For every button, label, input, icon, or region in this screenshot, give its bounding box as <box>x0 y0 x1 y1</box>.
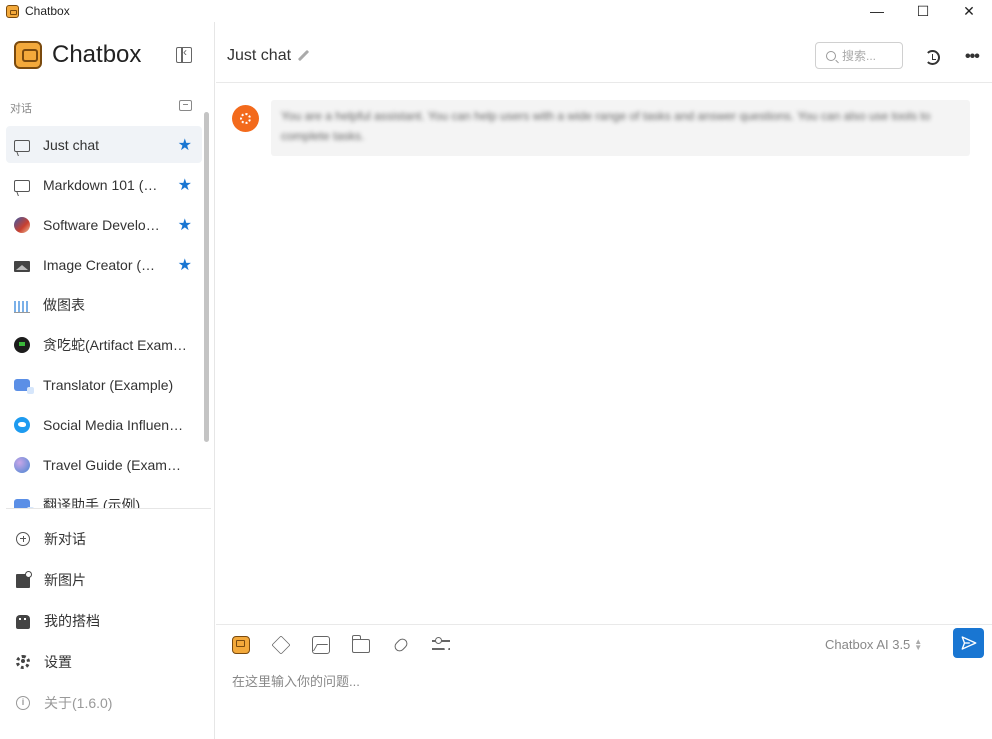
folder-icon[interactable] <box>351 635 370 653</box>
search-button[interactable]: 搜索... <box>815 42 903 69</box>
session-label: 做图表 <box>43 296 85 313</box>
chart-icon <box>14 300 30 313</box>
star-icon[interactable]: ★ <box>178 135 192 155</box>
archive-icon[interactable] <box>179 100 192 111</box>
chevron-updown-icon: ▲ ▼ <box>914 636 923 652</box>
pencil-edit-icon[interactable] <box>297 50 309 62</box>
add-image-icon <box>16 570 32 588</box>
chatbox-model-icon[interactable] <box>232 636 250 654</box>
settings-label: 设置 <box>44 653 72 670</box>
session-list: Just chat ★ Markdown 101 (Example) ★ Sof… <box>6 126 202 509</box>
session-label: Software Developer (Example) <box>43 216 163 233</box>
sessions-section-label: 对话 <box>10 103 32 115</box>
sidebar-bottom-nav: 新对话 新图片 我的搭档 设置 i 关于(1.6.0) <box>6 518 206 723</box>
session-item-travel-guide[interactable]: Travel Guide (Example) <box>6 446 202 483</box>
window-controls: — ☐ ✕ <box>854 0 992 22</box>
collapse-sidebar-icon[interactable] <box>176 45 192 63</box>
send-icon <box>961 636 976 650</box>
session-list-scrollbar[interactable] <box>204 112 209 442</box>
plus-circle-icon <box>16 531 30 546</box>
search-placeholder: 搜索... <box>842 49 877 63</box>
composer-divider <box>216 624 992 625</box>
window-title: Chatbox <box>25 4 70 18</box>
translate-icon <box>14 379 34 394</box>
session-label: Translator (Example) <box>43 376 174 393</box>
send-button[interactable] <box>953 628 984 658</box>
twitter-icon <box>14 416 30 433</box>
link-icon[interactable] <box>392 636 410 654</box>
settings-sliders-icon[interactable] <box>432 636 450 654</box>
image-icon <box>14 260 30 272</box>
developer-avatar-icon <box>14 216 30 233</box>
chat-icon <box>14 179 30 192</box>
star-icon[interactable]: ★ <box>178 215 192 235</box>
more-options-icon[interactable]: ••• <box>965 48 980 66</box>
model-selector[interactable]: Chatbox AI 3.5 ▲ ▼ <box>825 637 922 652</box>
search-icon <box>826 50 836 61</box>
message-bubble[interactable]: You are a helpful assistant. You can hel… <box>271 100 970 156</box>
sidebar: Chatbox 对话 Just chat ★ Markdown 101 (Exa… <box>0 22 215 739</box>
chatbox-logo-icon <box>14 41 42 69</box>
close-button[interactable]: ✕ <box>946 0 992 22</box>
settings-button[interactable]: 设置 <box>6 641 206 682</box>
sidebar-divider <box>6 508 211 509</box>
history-icon[interactable] <box>925 50 940 65</box>
session-item-translator[interactable]: Translator (Example) <box>6 366 202 403</box>
minimize-button[interactable]: — <box>854 0 900 22</box>
brand: Chatbox <box>14 41 141 69</box>
robot-icon <box>16 615 30 629</box>
session-item-software-developer[interactable]: Software Developer (Example) ★ <box>6 206 202 243</box>
session-item-make-chart[interactable]: 做图表 <box>6 286 202 323</box>
eraser-icon[interactable] <box>271 635 291 655</box>
new-chat-button[interactable]: 新对话 <box>6 518 206 559</box>
message-input[interactable] <box>232 670 972 692</box>
about-label: 关于(1.6.0) <box>44 694 113 711</box>
brand-name: Chatbox <box>52 41 142 68</box>
session-item-markdown-101[interactable]: Markdown 101 (Example) ★ <box>6 166 202 203</box>
gear-icon <box>16 654 30 669</box>
session-label: Travel Guide (Example) <box>43 456 188 473</box>
session-item-snake-game[interactable]: 贪吃蛇(Artifact Example) <box>6 326 202 363</box>
session-label: Just chat <box>43 136 100 153</box>
image-upload-icon[interactable] <box>312 636 330 654</box>
star-icon[interactable]: ★ <box>178 255 192 275</box>
session-label: 贪吃蛇(Artifact Example) <box>43 336 188 353</box>
model-name: Chatbox AI 3.5 <box>825 637 911 652</box>
info-icon: i <box>16 695 30 710</box>
window-titlebar: Chatbox — ☐ ✕ <box>0 0 992 22</box>
message-text: You are a helpful assistant. You can hel… <box>281 109 931 143</box>
session-label: Markdown 101 (Example) <box>43 176 163 193</box>
system-message: You are a helpful assistant. You can hel… <box>232 100 970 156</box>
globe-icon <box>14 456 30 473</box>
snake-game-icon <box>14 336 30 353</box>
composer-toolbar <box>232 635 472 655</box>
chat-icon <box>14 139 30 152</box>
new-image-label: 新图片 <box>44 571 86 588</box>
my-copilots-label: 我的搭档 <box>44 612 100 629</box>
main-panel: Just chat 搜索... ••• You are a helpful as… <box>216 22 992 739</box>
about-button[interactable]: i 关于(1.6.0) <box>6 682 206 723</box>
new-image-button[interactable]: 新图片 <box>6 559 206 600</box>
system-avatar-icon <box>232 105 259 132</box>
new-chat-label: 新对话 <box>44 530 86 547</box>
sessions-header: 对话 <box>10 99 192 115</box>
session-label: 翻译助手 (示例) <box>43 496 141 510</box>
chat-title-text: Just chat <box>227 47 292 64</box>
session-item-just-chat[interactable]: Just chat ★ <box>6 126 202 163</box>
session-label: Social Media Influencer (Example) <box>43 416 188 433</box>
my-copilots-button[interactable]: 我的搭档 <box>6 600 206 641</box>
chat-title[interactable]: Just chat <box>227 47 309 65</box>
chatbox-app-icon <box>6 4 19 18</box>
chat-header: Just chat 搜索... ••• <box>216 22 992 83</box>
session-item-image-creator[interactable]: Image Creator (Example) ★ <box>6 246 202 283</box>
star-icon[interactable]: ★ <box>178 175 192 195</box>
session-item-social-media-influencer[interactable]: Social Media Influencer (Example) <box>6 406 202 443</box>
session-item-translation-assistant[interactable]: 翻译助手 (示例) <box>6 486 202 509</box>
session-label: Image Creator (Example) <box>43 256 163 273</box>
maximize-button[interactable]: ☐ <box>900 0 946 22</box>
